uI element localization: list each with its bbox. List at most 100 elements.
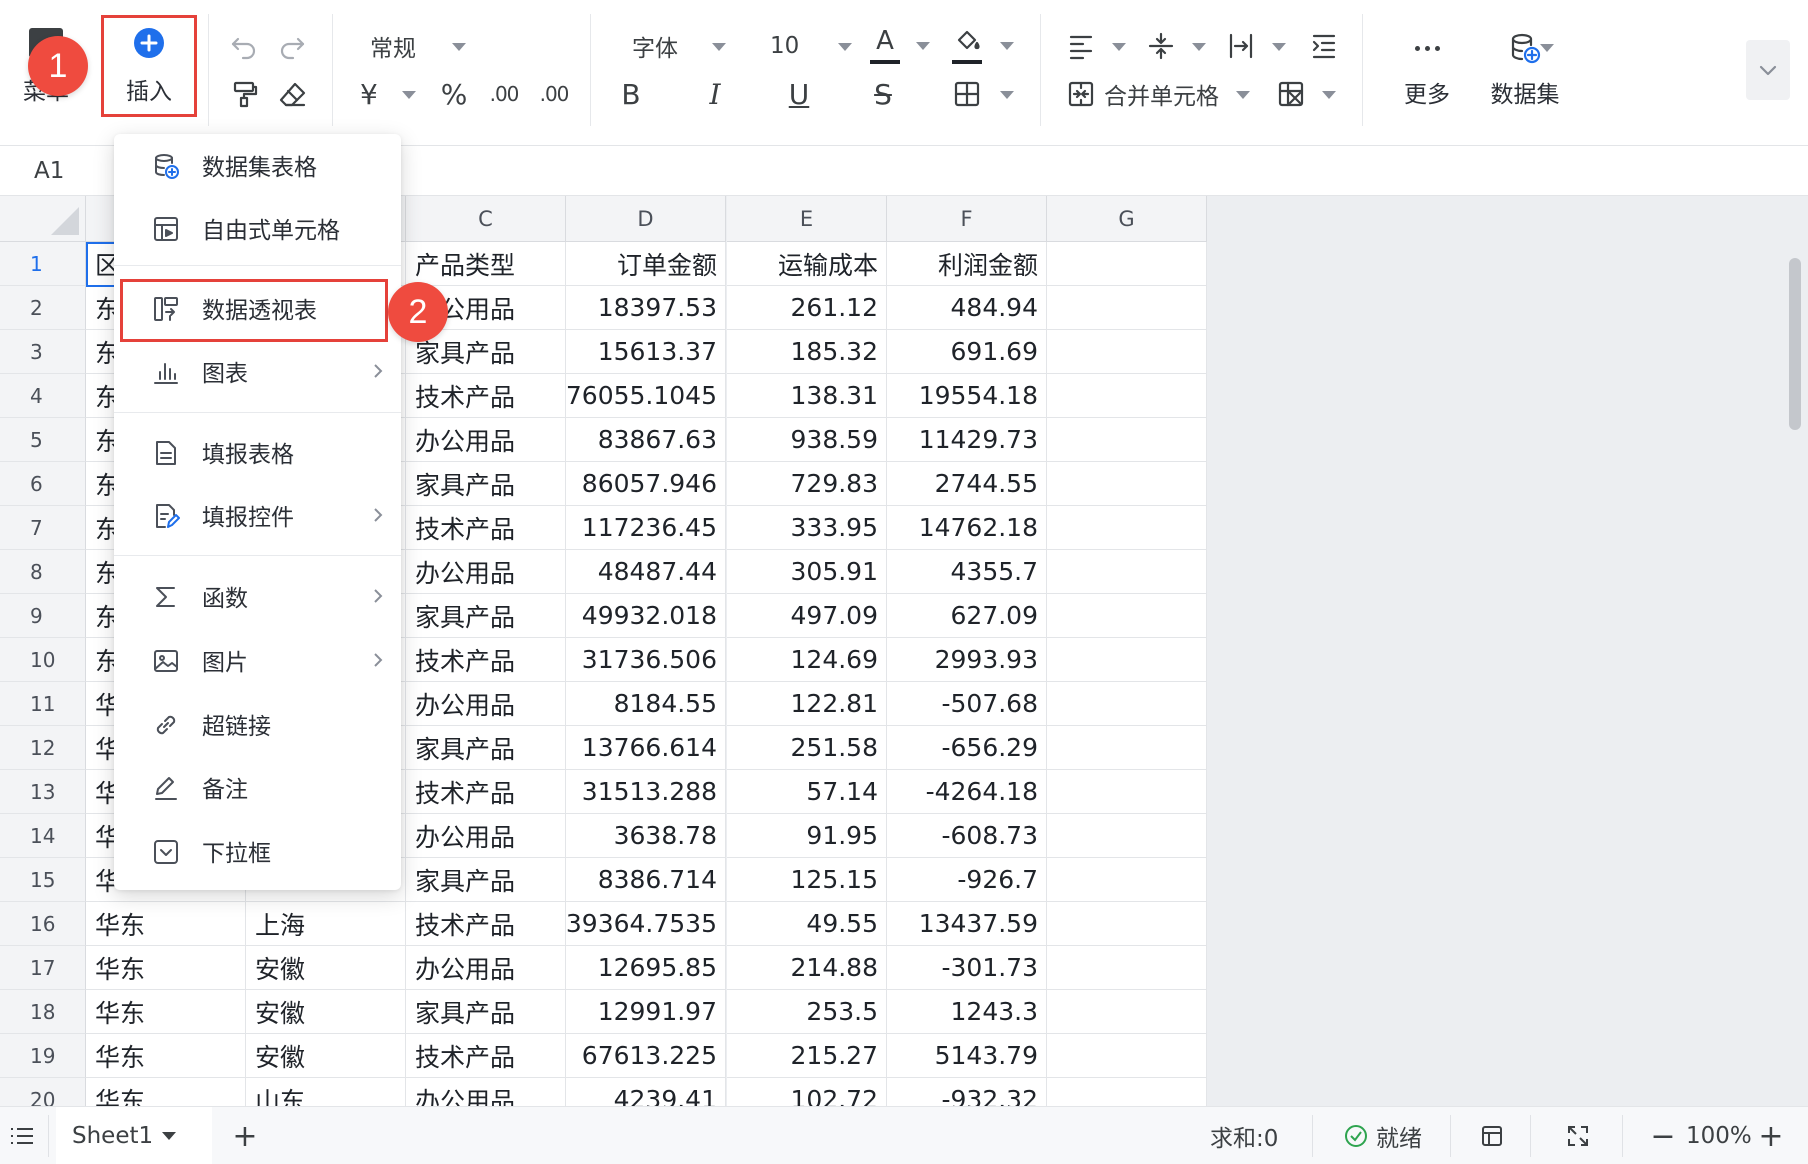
table-cell[interactable]: 125.15 [727,858,887,902]
add-sheet-button[interactable]: + [230,1107,260,1164]
layout-view-button[interactable] [1476,1107,1508,1164]
table-cell[interactable]: 华东 [86,1034,246,1078]
table-cell[interactable]: 运输成本 [727,242,887,286]
row-header[interactable]: 7 [0,506,86,550]
table-cell[interactable] [1047,814,1207,858]
number-format-select[interactable]: 常规 [370,28,480,64]
menu-item-note[interactable]: 备注 [114,757,401,817]
table-cell[interactable]: 691.69 [887,330,1047,374]
row-header[interactable]: 9 [0,594,86,638]
menu-item-form-table[interactable]: 填报表格 [114,422,401,482]
table-cell[interactable]: 技术产品 [406,1034,566,1078]
table-cell[interactable]: -4264.18 [887,770,1047,814]
column-header[interactable]: G [1047,196,1207,242]
table-cell[interactable]: 家具产品 [406,462,566,506]
table-cell[interactable]: 83867.63 [566,418,726,462]
table-cell[interactable]: 安徽 [246,990,406,1034]
table-cell[interactable]: 333.95 [727,506,887,550]
table-cell[interactable]: -926.7 [887,858,1047,902]
table-cell[interactable]: 华东 [86,946,246,990]
table-cell[interactable]: 497.09 [727,594,887,638]
table-cell[interactable]: 12695.85 [566,946,726,990]
row-header[interactable]: 15 [0,858,86,902]
table-cell[interactable]: 家具产品 [406,990,566,1034]
table-cell[interactable]: 技术产品 [406,902,566,946]
table-cell[interactable]: 华东 [86,990,246,1034]
column-header[interactable]: F [887,196,1047,242]
row-header[interactable]: 10 [0,638,86,682]
decimal-increase-button[interactable]: .00 [484,76,524,112]
table-cell[interactable]: 305.91 [727,550,887,594]
table-cell[interactable]: 253.5 [727,990,887,1034]
table-cell[interactable]: 261.12 [727,286,887,330]
menu-item-hyperlink[interactable]: 超链接 [114,694,401,754]
table-cell[interactable]: 57.14 [727,770,887,814]
table-cell[interactable]: 家具产品 [406,594,566,638]
font-family-select[interactable]: 字体 [632,28,738,64]
table-cell[interactable]: 185.32 [727,330,887,374]
table-cell[interactable]: -656.29 [887,726,1047,770]
table-cell[interactable]: 76055.1045 [566,374,726,418]
table-cell[interactable] [1047,682,1207,726]
table-cell[interactable] [1047,462,1207,506]
table-cell[interactable]: 订单金额 [566,242,726,286]
table-cell[interactable] [1047,902,1207,946]
row-header[interactable]: 18 [0,990,86,1034]
table-cell[interactable]: 117236.45 [566,506,726,550]
table-cell[interactable]: 技术产品 [406,506,566,550]
menu-item-dropdown-box[interactable]: 下拉框 [114,821,401,881]
table-cell[interactable] [1047,1078,1207,1106]
menu-item-free-cell[interactable]: 自由式单元格 [114,198,401,258]
more-button[interactable]: 更多 [1392,26,1462,114]
table-cell[interactable]: 13437.59 [887,902,1047,946]
table-cell[interactable]: 2993.93 [887,638,1047,682]
table-cell[interactable]: 华东 [86,902,246,946]
table-cell[interactable]: 4355.7 [887,550,1047,594]
table-cell[interactable]: 技术产品 [406,638,566,682]
table-cell[interactable]: -301.73 [887,946,1047,990]
table-cell[interactable]: 2744.55 [887,462,1047,506]
row-header[interactable]: 3 [0,330,86,374]
row-header[interactable]: 4 [0,374,86,418]
table-cell[interactable]: 11429.73 [887,418,1047,462]
underline-button[interactable]: U [780,76,818,112]
table-cell[interactable]: 251.58 [727,726,887,770]
table-cell[interactable]: 办公用品 [406,1078,566,1106]
table-cell[interactable]: 产品类型 [406,242,566,286]
zoom-out-button[interactable]: − [1648,1107,1678,1164]
table-cell[interactable]: 上海 [246,902,406,946]
font-size-select[interactable]: 10 [770,28,856,64]
table-cell[interactable]: 91.95 [727,814,887,858]
table-cell[interactable]: -608.73 [887,814,1047,858]
table-cell[interactable]: -932.32 [887,1078,1047,1106]
vertical-align-button[interactable] [1146,28,1208,64]
table-cell[interactable] [1047,550,1207,594]
merge-cells-button[interactable]: 合并单元格 [1066,76,1258,112]
table-cell[interactable] [1047,418,1207,462]
table-cell[interactable]: 67613.225 [566,1034,726,1078]
collapse-toolbar-button[interactable] [1746,40,1790,100]
table-cell[interactable]: 13766.614 [566,726,726,770]
table-cell[interactable]: 15613.37 [566,330,726,374]
text-wrap-button[interactable] [1226,28,1288,64]
row-header[interactable]: 16 [0,902,86,946]
table-cell[interactable]: 安徽 [246,946,406,990]
undo-button[interactable] [226,28,262,64]
table-cell[interactable]: 家具产品 [406,726,566,770]
table-cell[interactable]: 3638.78 [566,814,726,858]
bold-button[interactable]: B [612,76,650,112]
table-cell[interactable]: 8386.714 [566,858,726,902]
table-cell[interactable]: 家具产品 [406,858,566,902]
table-cell[interactable]: 31513.288 [566,770,726,814]
indent-button[interactable] [1306,28,1342,64]
row-header[interactable]: 2 [0,286,86,330]
table-cell[interactable]: 办公用品 [406,682,566,726]
table-cell[interactable]: 86057.946 [566,462,726,506]
table-cell[interactable]: 484.94 [887,286,1047,330]
freeze-button[interactable] [1276,76,1338,112]
table-cell[interactable]: 山东 [246,1078,406,1106]
clear-format-button[interactable] [274,76,310,112]
table-cell[interactable]: 华东 [86,1078,246,1106]
row-header[interactable]: 5 [0,418,86,462]
table-cell[interactable]: 39364.7535 [566,902,726,946]
